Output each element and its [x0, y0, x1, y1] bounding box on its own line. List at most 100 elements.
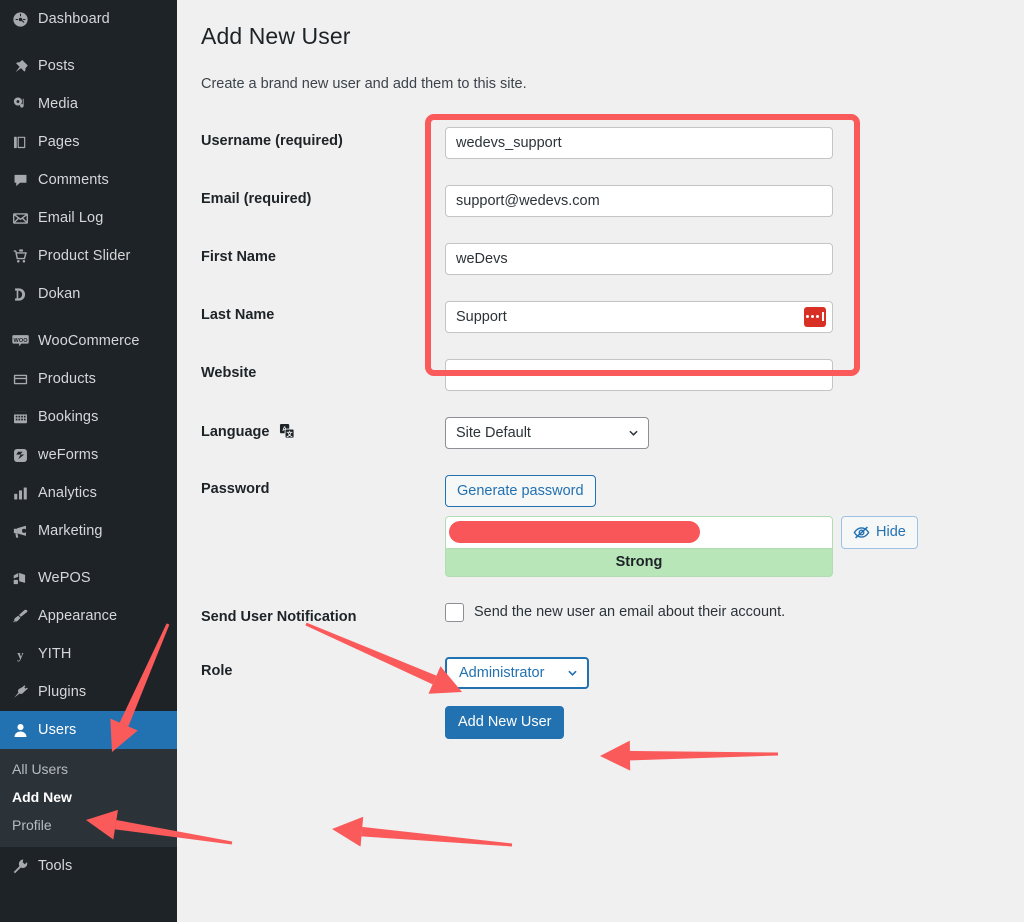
form-row-role: Role Administrator	[201, 644, 918, 702]
role-select[interactable]: Administrator	[445, 656, 589, 689]
email-label: Email (required)	[201, 190, 312, 207]
sidebar-item-all-users[interactable]: All Users	[0, 755, 177, 783]
sidebar-item-comments[interactable]: Comments	[0, 161, 177, 199]
plug-icon	[12, 684, 38, 701]
hide-password-button[interactable]: Hide	[841, 515, 918, 549]
language-label-text: Language	[201, 423, 270, 440]
bar-chart-icon	[12, 485, 38, 502]
form-row-password: Password Generate password Strong Hide	[201, 462, 918, 590]
pages-icon	[12, 134, 38, 151]
sidebar-item-label: Analytics	[38, 485, 97, 501]
weforms-icon	[12, 447, 38, 464]
sidebar-item-product-slider[interactable]: Product Slider	[0, 237, 177, 275]
sidebar-item-email-log[interactable]: Email Log	[0, 199, 177, 237]
password-redaction-overlay	[449, 521, 700, 544]
sidebar-item-add-new[interactable]: Add New	[0, 783, 177, 811]
add-new-user-submit-button[interactable]: Add New User	[445, 705, 565, 739]
svg-text:y: y	[17, 648, 24, 662]
dashboard-icon	[12, 11, 38, 28]
menu-pointer-arrow	[164, 715, 177, 745]
admin-sidebar: Dashboard Posts Media Pages Comments Ema…	[0, 0, 177, 922]
translate-icon: A文	[279, 423, 295, 443]
sidebar-item-analytics[interactable]: Analytics	[0, 474, 177, 512]
page-title: Add New User	[201, 23, 351, 49]
last-name-label: Last Name	[201, 306, 275, 323]
language-label: Language A文	[201, 404, 445, 462]
cart-icon	[12, 248, 38, 265]
svg-text:文: 文	[285, 430, 293, 438]
sidebar-item-users[interactable]: Users	[0, 711, 177, 749]
wepos-icon	[12, 570, 38, 587]
first-name-label: First Name	[201, 248, 276, 265]
sidebar-item-products[interactable]: Products	[0, 360, 177, 398]
chevron-down-icon	[629, 430, 638, 436]
screen: Dashboard Posts Media Pages Comments Ema…	[0, 0, 1024, 922]
username-label: Username (required)	[201, 132, 343, 149]
sidebar-item-label: Product Slider	[38, 248, 131, 264]
brush-icon	[12, 608, 38, 625]
sidebar-item-woocommerce[interactable]: WOO WooCommerce	[0, 322, 177, 360]
sidebar-item-label: Bookings	[38, 409, 99, 425]
website-label: Website	[201, 364, 257, 381]
sidebar-item-label: WePOS	[38, 570, 91, 586]
pin-icon	[12, 58, 38, 75]
sidebar-item-label: Products	[38, 371, 97, 387]
page-description: Create a brand new user and add them to …	[201, 75, 527, 92]
sidebar-item-tools[interactable]: Tools	[0, 847, 177, 885]
sidebar-item-weforms[interactable]: weForms	[0, 436, 177, 474]
sidebar-item-label: Media	[38, 96, 78, 112]
role-select-value: Administrator	[459, 664, 545, 681]
chevron-down-icon	[568, 670, 577, 676]
megaphone-icon	[12, 523, 38, 540]
generate-password-button[interactable]: Generate password	[445, 474, 596, 507]
products-icon	[12, 371, 38, 388]
sidebar-item-dokan[interactable]: Dokan	[0, 275, 177, 313]
dokan-d-icon	[12, 286, 38, 303]
users-submenu: All Users Add New Profile	[0, 749, 177, 847]
sidebar-item-label: Tools	[38, 858, 73, 874]
comment-icon	[12, 172, 38, 189]
sidebar-item-label: Users	[38, 722, 77, 738]
sidebar-item-dashboard[interactable]: Dashboard	[0, 0, 177, 38]
password-label: Password	[201, 480, 270, 497]
password-input[interactable]	[445, 515, 833, 549]
svg-text:WOO: WOO	[14, 338, 29, 344]
sidebar-item-label: Dokan	[38, 286, 81, 302]
sidebar-item-label: Dashboard	[38, 11, 110, 27]
sidebar-item-wepos[interactable]: WePOS	[0, 559, 177, 597]
send-notification-checkbox[interactable]	[445, 602, 464, 622]
sidebar-item-bookings[interactable]: Bookings	[0, 398, 177, 436]
language-select[interactable]: Site Default	[445, 416, 649, 449]
sidebar-item-media[interactable]: Media	[0, 85, 177, 123]
sidebar-item-label: Marketing	[38, 523, 103, 539]
send-notification-checkbox-label: Send the new user an email about their a…	[474, 604, 786, 621]
language-select-value: Site Default	[456, 424, 531, 441]
sidebar-item-label: Appearance	[38, 608, 118, 624]
media-icon	[12, 96, 38, 113]
form-row-language: Language A文 Site Default	[201, 404, 918, 462]
sidebar-item-posts[interactable]: Posts	[0, 47, 177, 85]
sidebar-item-label: WooCommerce	[38, 333, 140, 349]
role-label: Role	[201, 662, 233, 679]
password-entry-area: Strong Hide	[445, 515, 918, 577]
sidebar-item-pages[interactable]: Pages	[0, 123, 177, 161]
calendar-icon	[12, 409, 38, 426]
fields-highlight-box	[425, 114, 860, 376]
sidebar-item-label: weForms	[38, 447, 99, 463]
sidebar-item-plugins[interactable]: Plugins	[0, 673, 177, 711]
sidebar-item-profile[interactable]: Profile	[0, 811, 177, 839]
sidebar-item-label: Email Log	[38, 210, 104, 226]
woo-icon: WOO	[12, 332, 38, 350]
wrench-icon	[12, 858, 38, 875]
sidebar-item-appearance[interactable]: Appearance	[0, 597, 177, 635]
sidebar-item-yith[interactable]: y YITH	[0, 635, 177, 673]
sidebar-item-label: YITH	[38, 646, 72, 662]
sidebar-item-label: Pages	[38, 134, 80, 150]
yith-icon: y	[12, 646, 38, 663]
eye-off-icon	[853, 525, 870, 540]
hide-password-label: Hide	[876, 524, 906, 541]
sidebar-item-marketing[interactable]: Marketing	[0, 512, 177, 550]
form-row-send-notification: Send User Notification Send the new user…	[201, 590, 918, 644]
sidebar-item-label: Posts	[38, 58, 75, 74]
user-icon	[12, 722, 38, 739]
